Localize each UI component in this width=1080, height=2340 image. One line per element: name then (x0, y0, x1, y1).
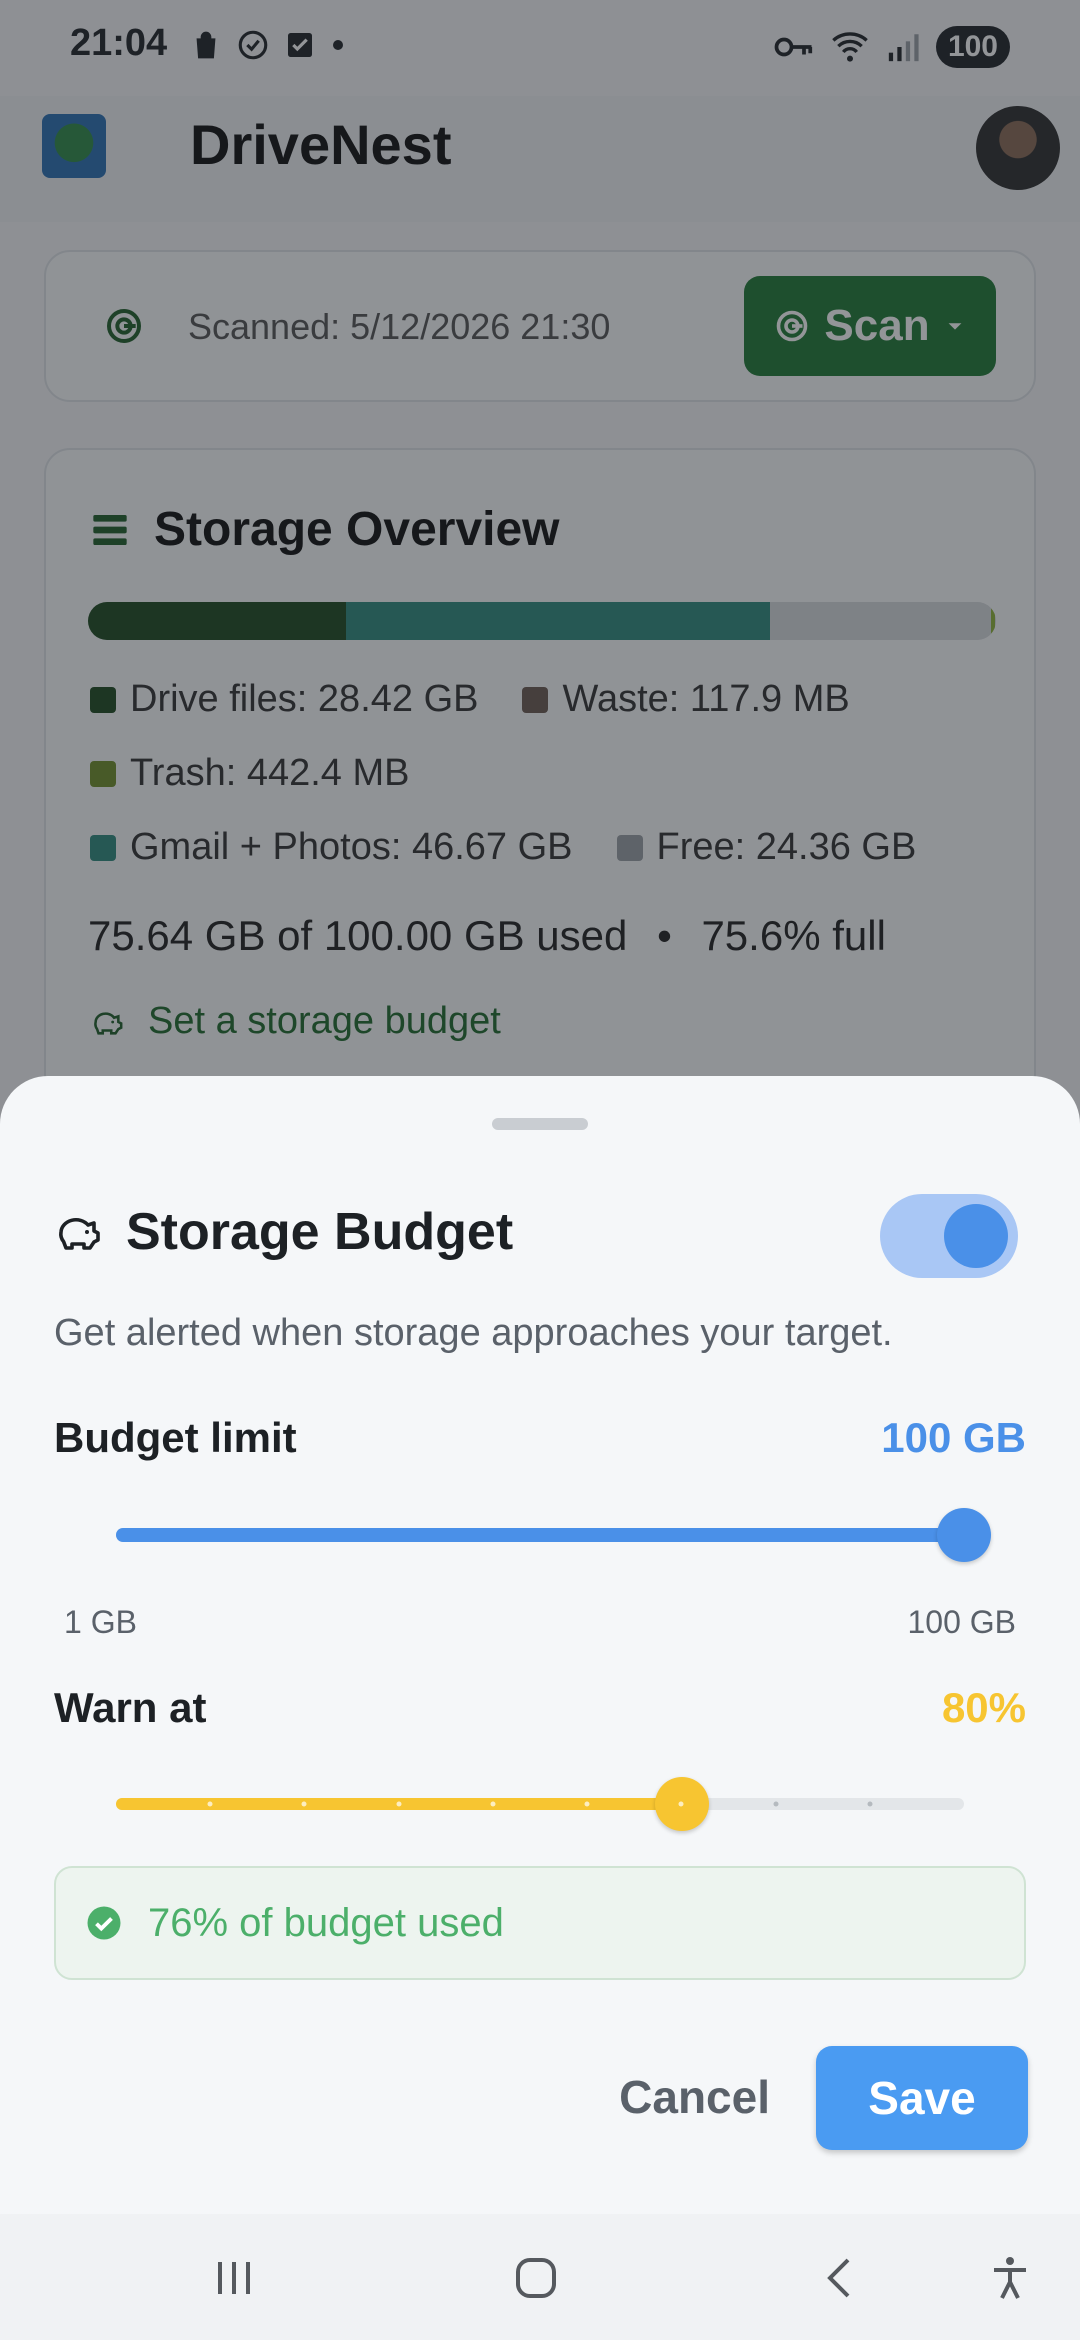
slider-step-tick (207, 1801, 213, 1807)
sheet-header: Storage Budget (54, 1202, 513, 1262)
budget-min-label: 1 GB (64, 1604, 137, 1640)
slider-step-tick (678, 1801, 684, 1807)
drag-handle[interactable] (492, 1118, 588, 1130)
budget-limit-value: 100 GB (881, 1414, 1026, 1461)
piggy-bank-icon (59, 1218, 100, 1250)
budget-status-box: 76% of budget used (54, 1866, 1026, 1980)
warn-at-value: 80% (941, 1684, 1026, 1731)
cancel-button[interactable]: Cancel (619, 2070, 770, 2124)
warn-at-label: Warn at (54, 1684, 207, 1731)
accessibility-icon[interactable] (986, 2254, 1034, 2302)
toggle-knob (944, 1204, 1008, 1268)
budget-limit-slider[interactable] (116, 1508, 991, 1562)
slider-step-tick (867, 1801, 873, 1807)
warn-at-slider[interactable] (116, 1777, 964, 1831)
check-circle-icon (87, 1906, 121, 1940)
recents-icon[interactable] (210, 2254, 258, 2302)
slider-step-tick (301, 1801, 307, 1807)
slider-step-tick (396, 1801, 402, 1807)
budget-enabled-toggle[interactable] (880, 1194, 1018, 1278)
home-icon[interactable] (512, 2254, 560, 2302)
slider-step-tick (490, 1801, 496, 1807)
slider-step-tick (584, 1801, 590, 1807)
sheet-title: Storage Budget (126, 1203, 514, 1261)
budget-max-label: 100 GB (907, 1604, 1016, 1640)
slider-step-tick (773, 1801, 779, 1807)
slider-fill (116, 1528, 964, 1542)
slider-thumb[interactable] (937, 1508, 991, 1562)
budget-status-text: 76% of budget used (148, 1900, 504, 1945)
back-icon[interactable] (816, 2254, 864, 2302)
system-nav-bar (0, 2214, 1080, 2340)
sheet-description: Get alerted when storage approaches your… (54, 1312, 893, 1354)
storage-budget-sheet: Storage Budget Get alerted when storage … (0, 1076, 1080, 2214)
save-button[interactable]: Save (816, 2046, 1028, 2150)
budget-limit-label: Budget limit (54, 1414, 297, 1461)
